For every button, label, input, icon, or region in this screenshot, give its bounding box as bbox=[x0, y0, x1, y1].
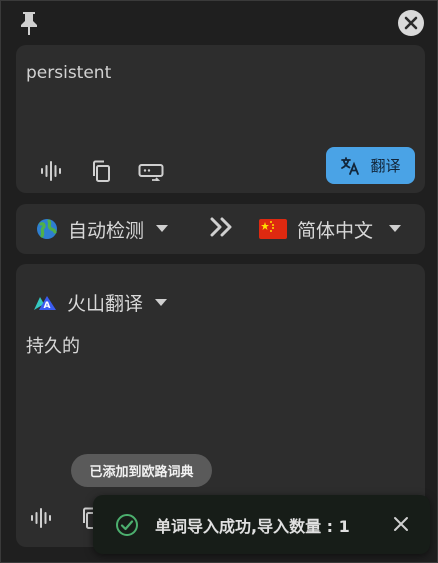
source-text-input[interactable]: persistent bbox=[26, 63, 111, 83]
toast-message: 单词导入成功,导入数量 : 1 bbox=[155, 516, 350, 536]
pin-icon[interactable] bbox=[18, 10, 40, 36]
translate-button-label: 翻译 bbox=[370, 157, 401, 175]
copy-icon[interactable] bbox=[88, 158, 114, 184]
translate-button[interactable]: 翻译 bbox=[326, 147, 415, 184]
source-language-select[interactable]: 自动检测 bbox=[36, 216, 169, 243]
translator-window: persistent 翻译 自动检测 简体中文 A 火山翻译 持久的 已添加到欧… bbox=[0, 0, 438, 563]
volcano-logo-icon: A bbox=[34, 295, 56, 311]
chevron-down-icon bbox=[389, 225, 402, 232]
target-language-label: 简体中文 bbox=[297, 219, 374, 242]
language-bar: 自动检测 简体中文 bbox=[16, 204, 425, 254]
close-icon bbox=[404, 16, 418, 30]
chevron-down-icon bbox=[156, 225, 169, 232]
chevron-down-icon bbox=[155, 298, 168, 306]
translation-service-label: 火山翻译 bbox=[67, 293, 144, 315]
source-actions bbox=[38, 158, 188, 184]
check-circle-icon bbox=[116, 513, 138, 536]
keyboard-icon[interactable] bbox=[138, 158, 164, 184]
double-chevron-icon[interactable] bbox=[209, 217, 235, 241]
close-icon[interactable] bbox=[392, 515, 410, 533]
svg-text:A: A bbox=[44, 301, 51, 311]
source-language-label: 自动检测 bbox=[68, 219, 145, 242]
china-flag-icon bbox=[259, 219, 287, 239]
success-toast: 单词导入成功,导入数量 : 1 bbox=[93, 495, 430, 554]
translation-result-text: 持久的 bbox=[26, 336, 80, 357]
added-to-dictionary-tooltip: 已添加到欧路词典 bbox=[71, 454, 212, 487]
translate-icon bbox=[341, 156, 360, 175]
globe-icon bbox=[37, 219, 57, 239]
sound-icon[interactable] bbox=[28, 505, 54, 531]
translation-service-select[interactable]: A 火山翻译 bbox=[33, 289, 168, 316]
target-language-select[interactable]: 简体中文 bbox=[259, 216, 402, 243]
close-window-button[interactable] bbox=[398, 10, 424, 36]
source-panel: persistent 翻译 bbox=[16, 45, 425, 193]
sound-icon[interactable] bbox=[38, 158, 64, 184]
